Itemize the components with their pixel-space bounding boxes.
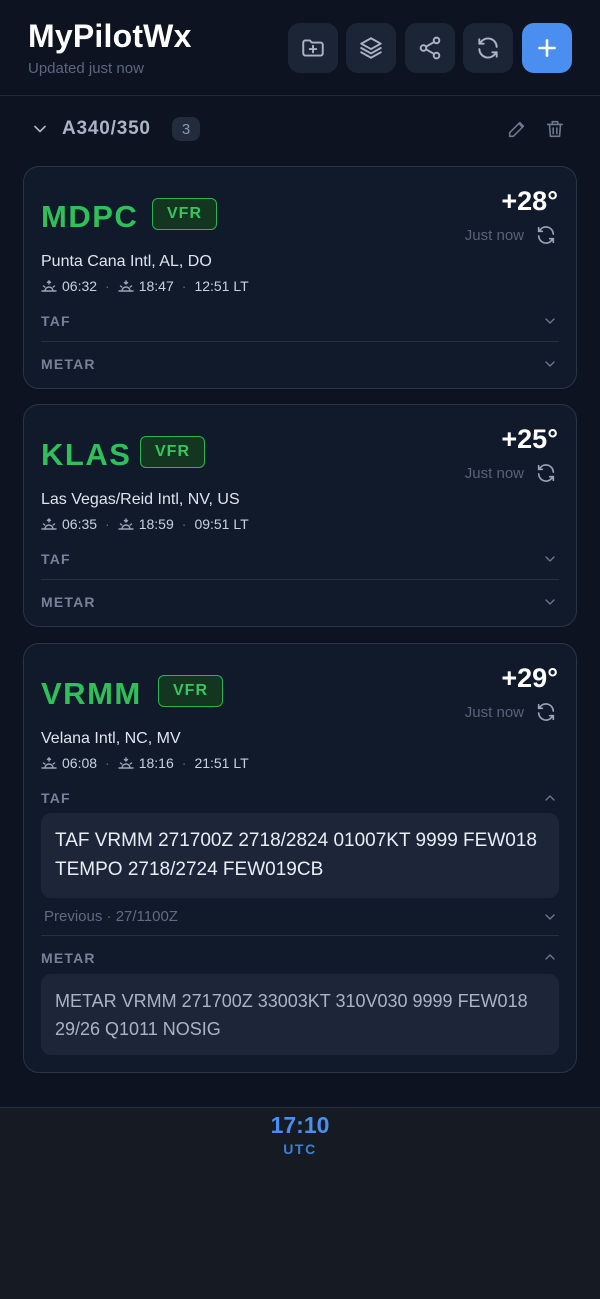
station-icao[interactable]: MDPC xyxy=(41,199,138,235)
sunset-icon xyxy=(118,757,134,769)
sunrise-icon xyxy=(41,280,57,292)
local-time: 09:51 LT xyxy=(194,516,249,532)
sun-times: 06:08 · 18:16 · 21:51 LT xyxy=(41,754,249,772)
metar-raw-text: METAR VRMM 271700Z 33003KT 310V030 9999 … xyxy=(55,991,528,1039)
sunset-time: 18:47 xyxy=(138,278,174,294)
taf-raw-text: TAF VRMM 271700Z 2718/2824 01007KT 9999 … xyxy=(55,830,537,880)
sunrise-time: 06:32 xyxy=(62,278,98,294)
chevron-up-icon[interactable] xyxy=(542,790,558,806)
sun-times: 06:35 · 18:59 · 09:51 LT xyxy=(41,515,249,533)
refresh-station-button[interactable] xyxy=(535,701,557,723)
temperature: +28° xyxy=(501,186,558,216)
group-count-badge: 3 xyxy=(172,117,200,141)
station-card: MDPC VFR +28° Just now Punta Cana Intl, … xyxy=(23,166,577,389)
station-updated: Just now xyxy=(464,465,524,482)
flight-category-badge: VFR xyxy=(158,675,223,707)
sunset-icon xyxy=(118,280,134,292)
taf-toggle[interactable]: TAF xyxy=(41,313,71,329)
refresh-station-button[interactable] xyxy=(535,224,557,246)
refresh-all-button[interactable] xyxy=(463,23,513,73)
taf-previous-toggle[interactable]: Previous · 27/1100Z xyxy=(44,908,178,925)
airport-name: Punta Cana Intl, AL, DO xyxy=(41,253,212,270)
sunrise-time: 06:08 xyxy=(62,755,98,771)
refresh-icon xyxy=(537,703,555,721)
temperature: +29° xyxy=(501,663,558,693)
refresh-icon xyxy=(537,226,555,244)
sunrise-icon xyxy=(41,757,57,769)
taf-raw-box: TAF VRMM 271700Z 2718/2824 01007KT 9999 … xyxy=(41,813,559,898)
divider xyxy=(41,935,559,936)
refresh-icon xyxy=(478,37,498,59)
trash-icon[interactable] xyxy=(544,118,566,140)
share-button[interactable] xyxy=(405,23,455,73)
airport-name: Velana Intl, NC, MV xyxy=(41,730,181,747)
chevron-down-icon[interactable] xyxy=(542,909,558,925)
metar-toggle[interactable]: METAR xyxy=(41,594,96,610)
app-header: MyPilotWx Updated just now xyxy=(0,0,600,96)
airport-name: Las Vegas/Reid Intl, NV, US xyxy=(41,491,240,508)
metar-raw-box: METAR VRMM 271700Z 33003KT 310V030 9999 … xyxy=(41,974,559,1055)
share-icon xyxy=(419,36,441,60)
chevron-down-icon[interactable] xyxy=(542,551,558,567)
local-time: 12:51 LT xyxy=(194,278,249,294)
layers-button[interactable] xyxy=(346,23,396,73)
group-header[interactable]: A340/350 3 xyxy=(0,108,600,150)
group-name: A340/350 xyxy=(62,118,151,139)
sunrise-time: 06:35 xyxy=(62,516,98,532)
sunset-time: 18:16 xyxy=(138,755,174,771)
add-folder-button[interactable] xyxy=(288,23,338,73)
refresh-icon xyxy=(537,464,555,482)
sunset-time: 18:59 xyxy=(138,516,174,532)
local-time: 21:51 LT xyxy=(194,755,249,771)
chevron-down-icon[interactable] xyxy=(542,594,558,610)
station-icao[interactable]: VRMM xyxy=(41,676,142,712)
sunset-icon xyxy=(118,518,134,530)
plus-icon xyxy=(538,39,556,57)
chevron-down-icon[interactable] xyxy=(542,356,558,372)
station-icao[interactable]: KLAS xyxy=(41,437,131,473)
pencil-icon[interactable] xyxy=(506,118,528,140)
chevron-down-icon[interactable] xyxy=(542,313,558,329)
metar-toggle[interactable]: METAR xyxy=(41,950,96,966)
flight-category-badge: VFR xyxy=(140,436,205,468)
metar-toggle[interactable]: METAR xyxy=(41,356,96,372)
taf-toggle[interactable]: TAF xyxy=(41,551,71,567)
app-title: MyPilotWx xyxy=(28,18,192,54)
flight-category-badge: VFR xyxy=(152,198,217,230)
chevron-up-icon[interactable] xyxy=(542,949,558,965)
utc-label: UTC xyxy=(283,1141,317,1157)
sunrise-icon xyxy=(41,518,57,530)
add-station-button[interactable] xyxy=(522,23,572,73)
sun-times: 06:32 · 18:47 · 12:51 LT xyxy=(41,277,249,295)
station-card: KLAS VFR +25° Just now Las Vegas/Reid In… xyxy=(23,404,577,627)
layers-icon xyxy=(360,37,382,59)
chevron-down-icon[interactable] xyxy=(30,119,50,139)
taf-toggle[interactable]: TAF xyxy=(41,790,71,806)
station-card: VRMM VFR +29° Just now Velana Intl, NC, … xyxy=(23,643,577,1073)
temperature: +25° xyxy=(501,424,558,454)
updated-status: Updated just now xyxy=(28,60,144,77)
station-updated: Just now xyxy=(464,704,524,721)
station-updated: Just now xyxy=(464,227,524,244)
refresh-station-button[interactable] xyxy=(535,462,557,484)
divider xyxy=(41,341,559,342)
folder-plus-icon xyxy=(302,39,324,57)
divider xyxy=(41,579,559,580)
utc-clock: 17:10 xyxy=(270,1112,330,1138)
